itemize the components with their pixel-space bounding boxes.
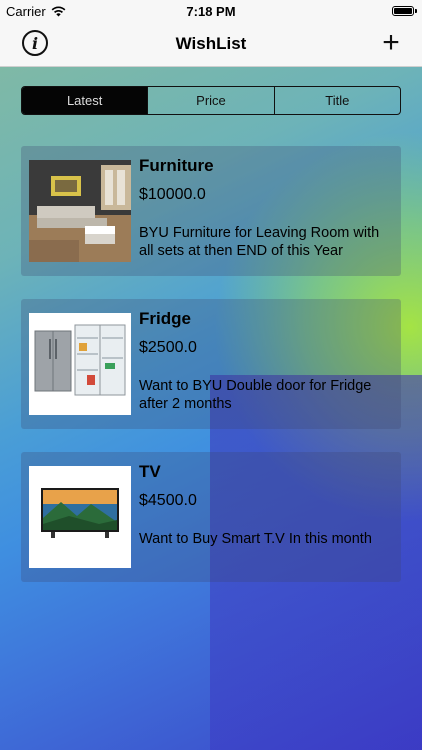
plus-icon[interactable]: + [380,28,402,58]
wishlist-item-tv[interactable]: TV $4500.0 Want to Buy Smart T.V In this… [21,452,401,582]
item-name: TV [139,462,161,481]
item-price: $4500.0 [139,492,197,509]
status-bar: Carrier 7:18 PM [0,0,422,22]
fridge-photo [29,313,131,415]
item-description: Want to BYU Double door for Fridge after… [139,378,372,412]
battery-icon [392,6,417,16]
item-name: Fridge [139,309,191,328]
item-description: Want to Buy Smart T.V In this month [139,531,372,547]
segment-latest[interactable]: Latest [22,87,149,114]
carrier-label: Carrier [6,3,46,19]
wishlist-content[interactable]: Latest Price Title Furniture $10000.0 BY… [0,67,422,750]
item-description: BYU Furniture for Leaving Room with all … [139,225,380,259]
item-price: $2500.0 [139,339,197,356]
item-price: $10000.0 [139,186,206,203]
page-title: WishList [175,34,247,53]
sort-segmented-control: Latest Price Title [21,86,401,115]
wifi-icon [51,5,66,16]
living-room-photo [29,160,131,262]
info-icon[interactable]: i [22,30,48,56]
item-name: Furniture [139,156,214,175]
tv-photo [29,466,131,568]
wishlist-item-fridge[interactable]: Fridge $2500.0 Want to BYU Double door f… [21,299,401,429]
navigation-bar: i WishList + [0,22,422,67]
segment-price[interactable]: Price [148,87,275,114]
segment-title[interactable]: Title [275,87,400,114]
wishlist-item-furniture[interactable]: Furniture $10000.0 BYU Furniture for Lea… [21,146,401,276]
